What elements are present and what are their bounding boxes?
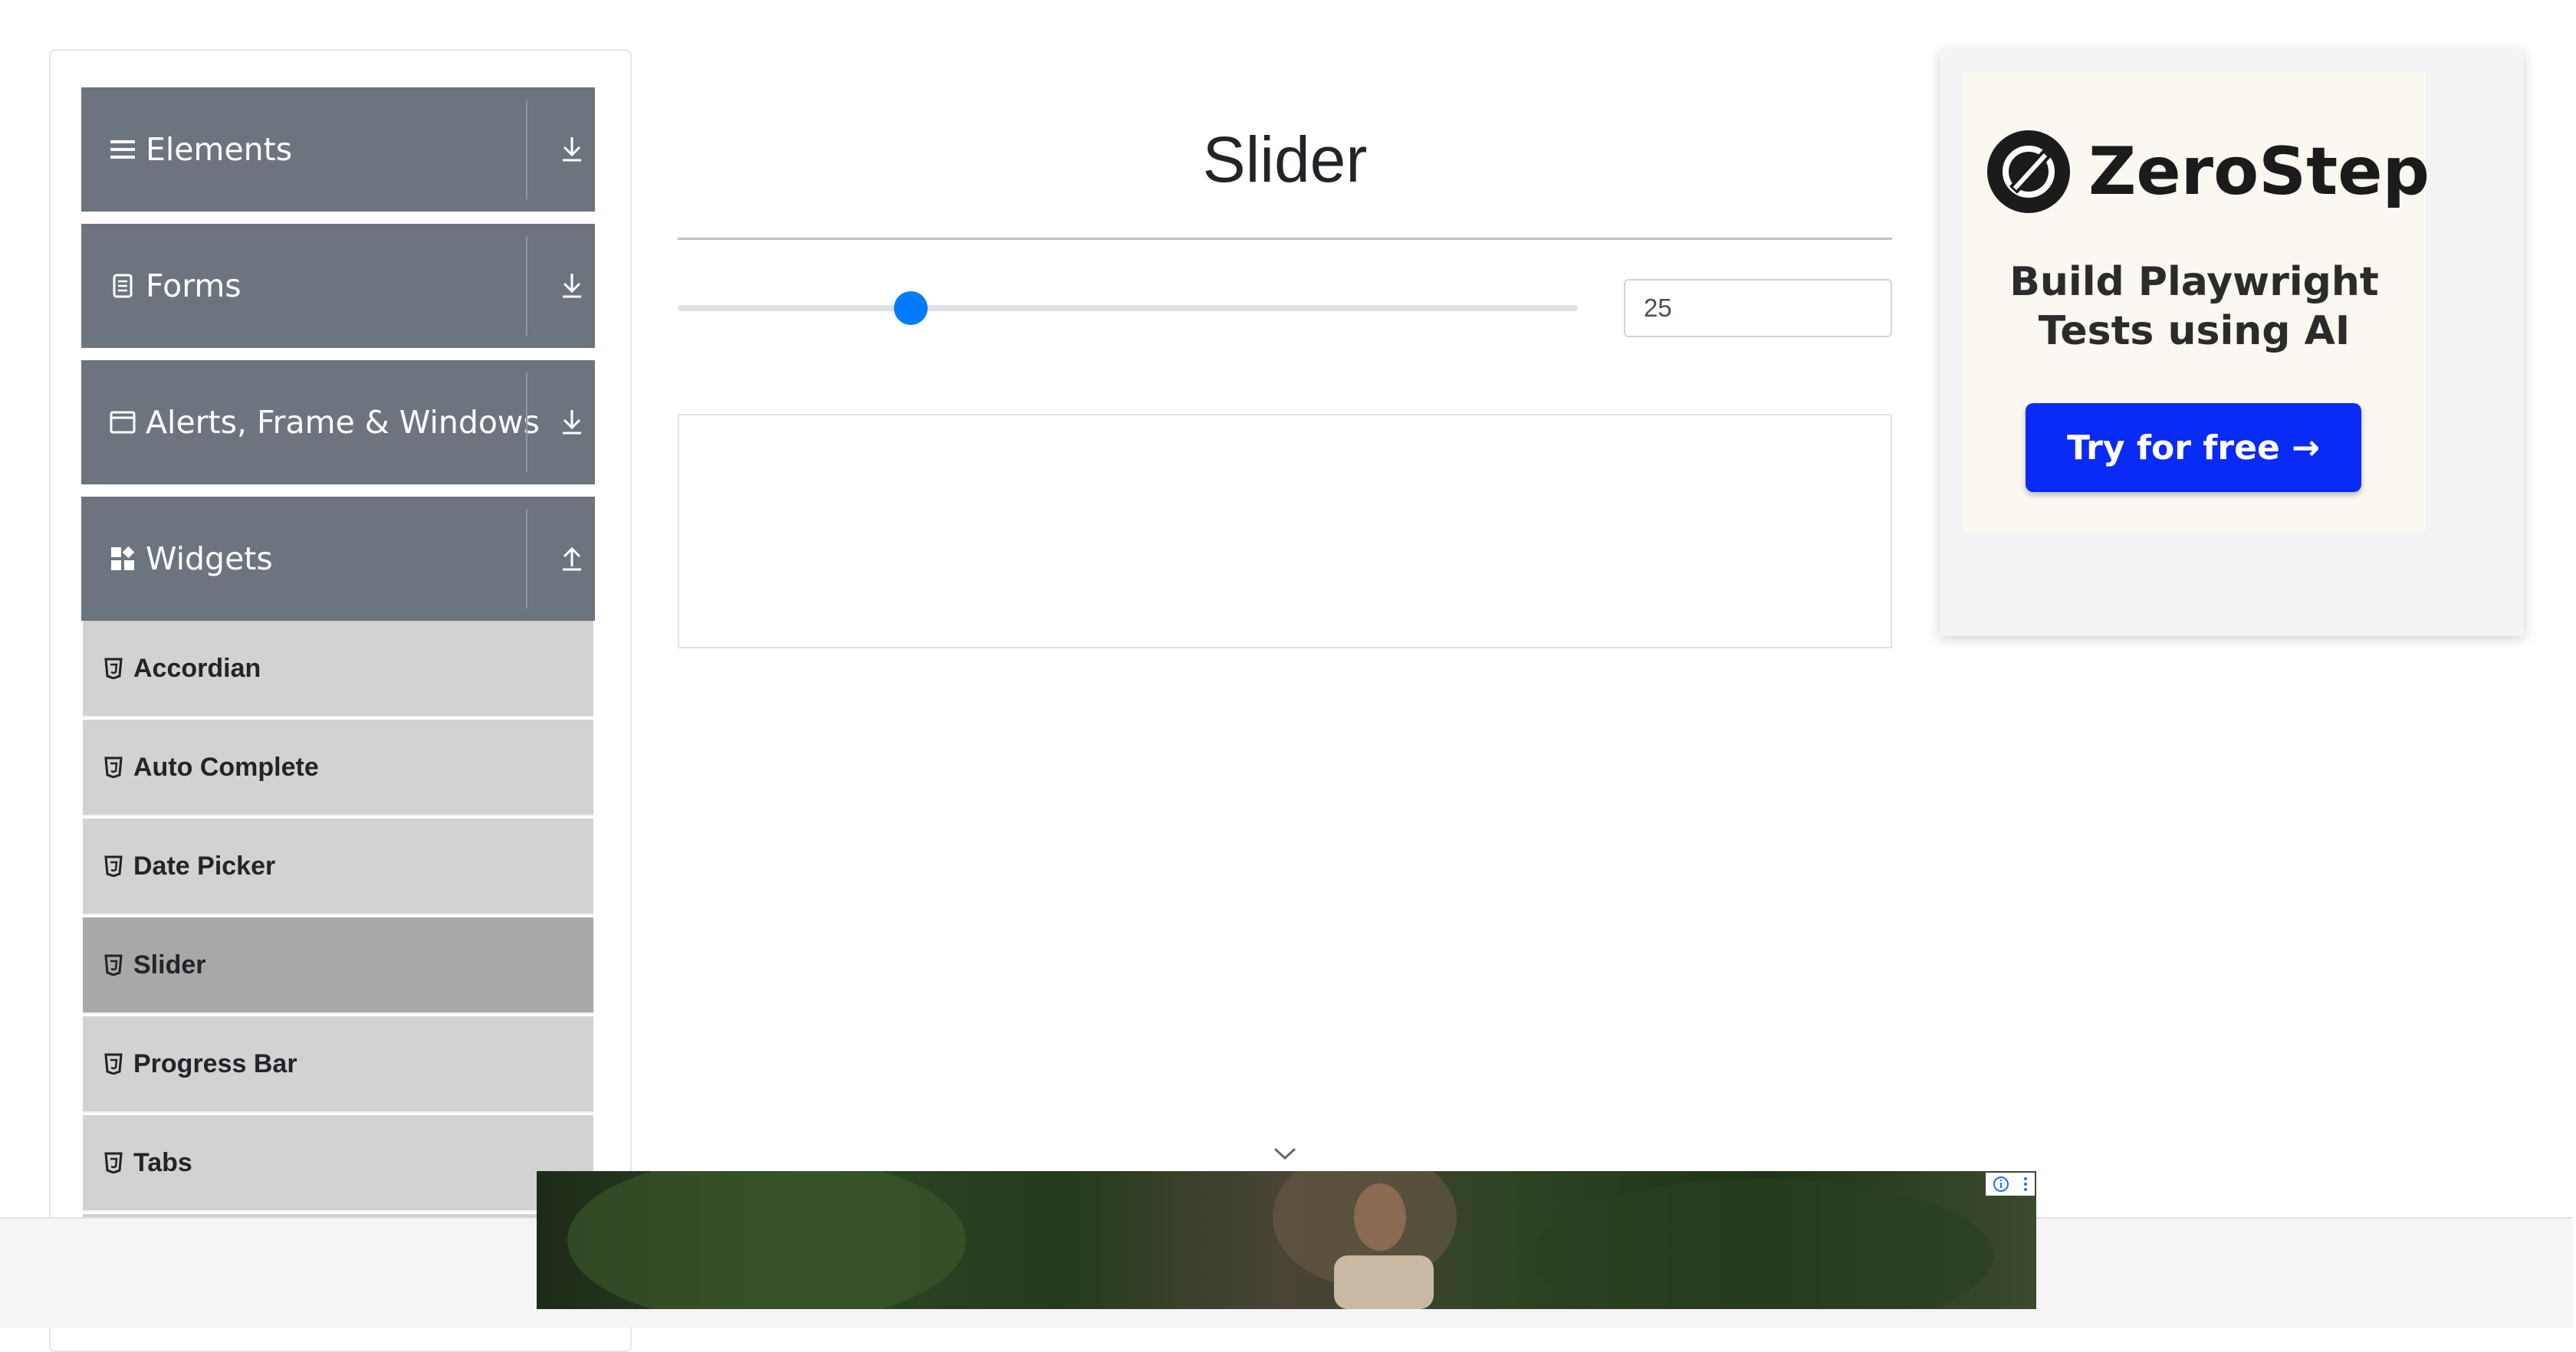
- sidebar-item-label: Accordian: [133, 653, 261, 683]
- group-divider: [526, 372, 527, 472]
- group-divider: [526, 509, 527, 609]
- sidebar-group-label: Forms: [146, 267, 242, 304]
- group-divider: [526, 100, 527, 199]
- group-divider: [526, 236, 527, 336]
- sidebar-item-date-picker[interactable]: Date Picker: [83, 819, 593, 915]
- sidebar-group-widgets[interactable]: Widgets: [81, 497, 595, 621]
- html5-icon: [104, 1052, 124, 1075]
- sidebar-group-label: Alerts, Frame & Windows: [146, 404, 540, 441]
- sidebar-group-label: Widgets: [146, 540, 273, 577]
- widgets-icon: [109, 545, 136, 573]
- bottom-ad-image[interactable]: [537, 1171, 2036, 1309]
- sidebar-item-label: Date Picker: [133, 851, 276, 881]
- slider-track[interactable]: [678, 305, 1578, 311]
- sidebar-item-label: Tabs: [133, 1147, 192, 1177]
- hamburger-icon: [109, 136, 136, 163]
- upload-icon[interactable]: [550, 497, 593, 621]
- ad-brand: ZeroStep: [2088, 133, 2430, 210]
- sidebar-item-auto-complete[interactable]: Auto Complete: [83, 720, 593, 816]
- html5-icon: [104, 756, 124, 779]
- html5-icon: [104, 657, 124, 680]
- download-icon[interactable]: [550, 224, 593, 348]
- ad-cta-button[interactable]: Try for free →: [2026, 403, 2361, 492]
- sidebar-item-slider[interactable]: Slider: [83, 917, 593, 1014]
- download-icon[interactable]: [550, 87, 593, 212]
- page-title: Slider: [1202, 123, 1368, 195]
- sidebar-group-alerts[interactable]: Alerts, Frame & Windows: [81, 360, 595, 484]
- document-icon: [109, 272, 136, 300]
- title-divider: [678, 238, 1892, 240]
- content-panel: [678, 414, 1892, 648]
- sidebar-group-forms[interactable]: Forms: [81, 224, 595, 348]
- slider-thumb[interactable]: [894, 291, 928, 325]
- ad-tagline: Build Playwright Tests using AI: [1963, 258, 2426, 356]
- download-icon[interactable]: [550, 360, 593, 484]
- sidebar-item-label: Slider: [133, 950, 206, 980]
- html5-icon: [104, 953, 124, 976]
- slider-value-field[interactable]: [1624, 279, 1892, 337]
- sidebar-group-label: Elements: [146, 131, 293, 168]
- sidebar-group-elements[interactable]: Elements: [81, 87, 595, 212]
- chevron-down-icon[interactable]: [1273, 1145, 1297, 1162]
- sidebar-item-accordian[interactable]: Accordian: [83, 621, 593, 717]
- window-icon: [109, 409, 136, 436]
- ad-tagline-line1: Build Playwright: [2009, 259, 2379, 305]
- ad-info-icon[interactable]: [1986, 1173, 2035, 1196]
- ad-tagline-line2: Tests using AI: [2038, 308, 2351, 354]
- ad-menu-icon: [2023, 1177, 2027, 1191]
- sidebar-item-label: Progress Bar: [133, 1048, 297, 1078]
- html5-icon: [104, 855, 124, 878]
- zerostep-logo-icon: [1987, 130, 2070, 213]
- sidebar-item-tabs[interactable]: Tabs: [83, 1115, 593, 1212]
- sidebar-item-progress-bar[interactable]: Progress Bar: [83, 1016, 593, 1113]
- sidebar-item-label: Auto Complete: [133, 752, 319, 782]
- html5-icon: [104, 1151, 124, 1174]
